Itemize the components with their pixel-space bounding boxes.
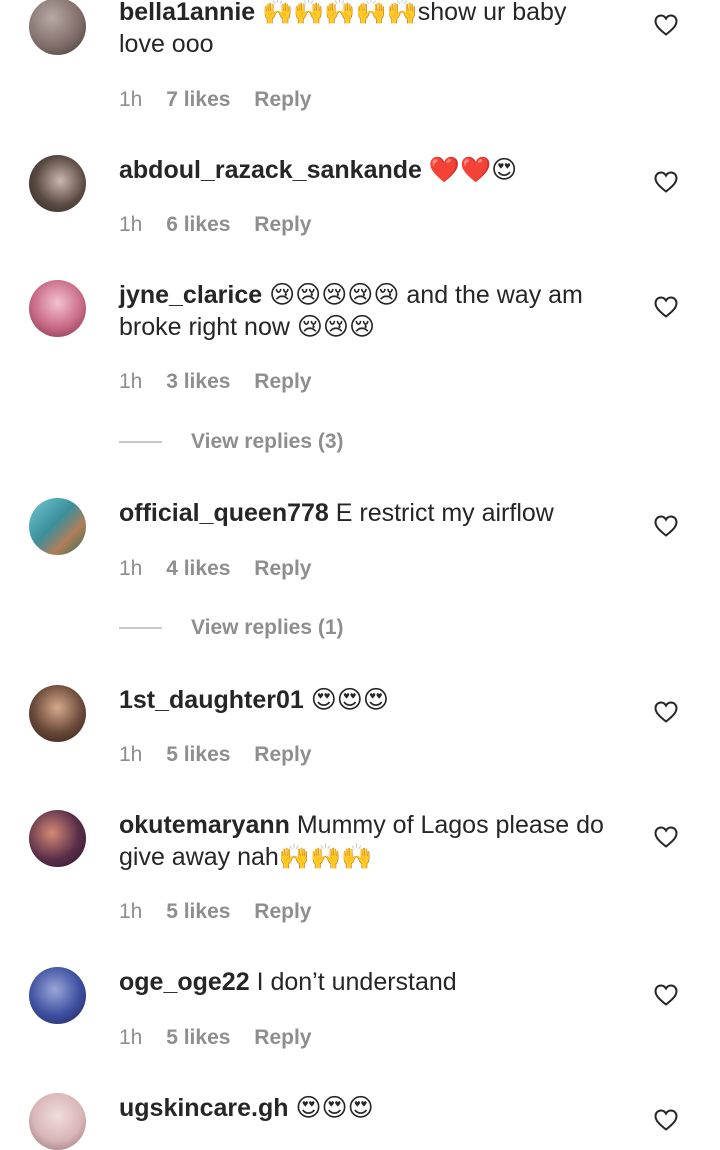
comment-likes[interactable]: 7 likes <box>166 88 230 111</box>
comment-likes[interactable]: 5 likes <box>166 743 230 766</box>
comment-time: 1h <box>119 88 143 111</box>
comment-likes[interactable]: 3 likes <box>166 370 230 393</box>
avatar[interactable] <box>29 967 86 1024</box>
heart-icon[interactable] <box>654 984 678 1006</box>
heart-icon[interactable] <box>654 826 678 848</box>
avatar[interactable] <box>29 810 86 867</box>
reply-button[interactable]: Reply <box>254 1026 311 1049</box>
comment-time: 1h <box>119 900 143 923</box>
reply-button[interactable]: Reply <box>254 900 311 923</box>
comment-username[interactable]: oge_oge22 <box>119 968 250 996</box>
comment-username[interactable]: official_queen778 <box>119 499 329 527</box>
divider <box>119 627 162 629</box>
comment-time: 1h <box>119 213 143 236</box>
comment-likes[interactable]: 5 likes <box>166 900 230 923</box>
reply-button[interactable]: Reply <box>254 370 311 393</box>
heart-icon[interactable] <box>654 701 678 723</box>
reply-button[interactable]: Reply <box>254 743 311 766</box>
comment-username[interactable]: bella1annie <box>119 0 255 26</box>
view-replies-button[interactable]: View replies (1) <box>119 613 344 643</box>
reply-button[interactable]: Reply <box>254 88 311 111</box>
heart-icon[interactable] <box>654 14 678 36</box>
heart-icon[interactable] <box>654 1109 678 1131</box>
view-replies-button[interactable]: View replies (3) <box>119 427 344 457</box>
divider <box>119 441 162 443</box>
comment-time: 1h <box>119 743 143 766</box>
reply-button[interactable]: Reply <box>254 557 311 580</box>
comment-text: E restrict my airflow <box>335 499 554 527</box>
comment-likes[interactable]: 5 likes <box>166 1026 230 1049</box>
comment-time: 1h <box>119 370 143 393</box>
heart-icon[interactable] <box>654 296 678 318</box>
avatar[interactable] <box>29 498 86 555</box>
comment-username[interactable]: abdoul_razack_sankande <box>119 156 422 184</box>
view-replies-label: View replies (3) <box>191 430 344 453</box>
comment-likes[interactable]: 6 likes <box>166 213 230 236</box>
comment-text: 😍😍😍 <box>295 1094 374 1122</box>
avatar[interactable] <box>29 1093 86 1150</box>
comment-text: I don’t understand <box>256 968 457 996</box>
comment-username[interactable]: okutemaryann <box>119 811 290 839</box>
heart-icon[interactable] <box>654 171 678 193</box>
avatar[interactable] <box>29 685 86 742</box>
comment-text: ❤️❤️😍 <box>428 156 518 184</box>
comment-username[interactable]: ugskincare.gh <box>119 1094 289 1122</box>
avatar[interactable] <box>29 280 86 337</box>
avatar[interactable] <box>29 0 86 55</box>
comment-time: 1h <box>119 557 143 580</box>
reply-button[interactable]: Reply <box>254 213 311 236</box>
comment-username[interactable]: 1st_daughter01 <box>119 686 304 714</box>
avatar[interactable] <box>29 155 86 212</box>
comment-time: 1h <box>119 1026 143 1049</box>
view-replies-label: View replies (1) <box>191 616 344 639</box>
comment-username[interactable]: jyne_clarice <box>119 281 262 309</box>
heart-icon[interactable] <box>654 515 678 537</box>
comment-text: 😍😍😍 <box>310 686 389 714</box>
comment-likes[interactable]: 4 likes <box>166 557 230 580</box>
